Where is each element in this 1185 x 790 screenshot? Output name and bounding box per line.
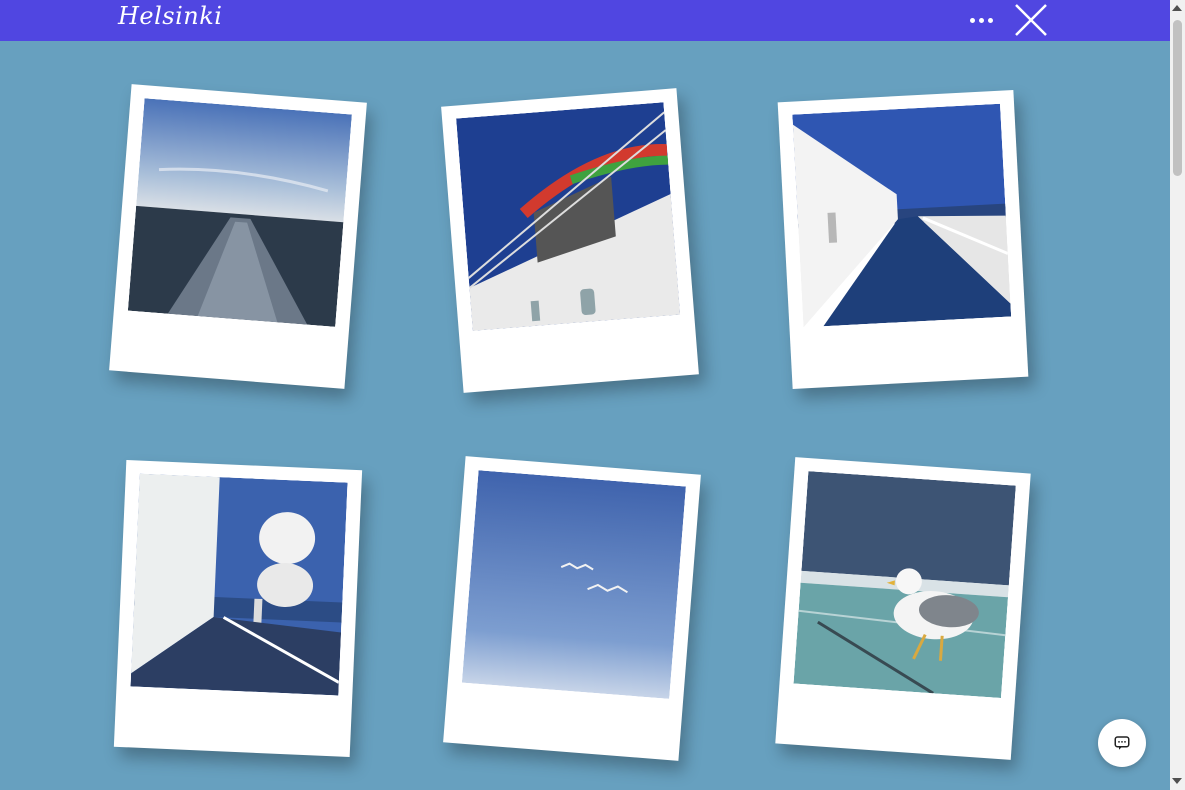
brand-logo[interactable]: Helsinki <box>118 2 222 30</box>
polaroid-card[interactable] <box>113 459 363 758</box>
photo-sea-wake <box>127 98 352 327</box>
polaroid-card[interactable] <box>775 457 1031 760</box>
scrollbar-thumb[interactable] <box>1173 20 1182 176</box>
polaroid-card[interactable] <box>441 88 699 393</box>
scroll-down-arrow-icon[interactable] <box>1172 778 1182 784</box>
more-options-button[interactable] <box>962 6 1000 34</box>
chat-button[interactable] <box>1098 719 1146 767</box>
chat-bubble-icon <box>1114 736 1130 750</box>
more-dots-icon <box>969 17 975 23</box>
close-x-icon[interactable] <box>1013 2 1049 38</box>
more-dots-icon <box>987 17 993 23</box>
photo-ship-funnel <box>456 102 681 331</box>
photo-seagull-railing <box>793 471 1016 699</box>
photo-ship-deck <box>792 103 1012 328</box>
scroll-up-arrow-icon[interactable] <box>1172 5 1182 11</box>
top-bar: Helsinki <box>0 0 1170 41</box>
polaroid-card[interactable] <box>109 84 367 389</box>
polaroid-card[interactable] <box>777 90 1029 389</box>
photo-seagulls-sky <box>461 470 686 699</box>
polaroid-card[interactable] <box>443 456 701 761</box>
more-dots-icon <box>978 17 984 23</box>
photo-lifeboats <box>130 473 348 696</box>
